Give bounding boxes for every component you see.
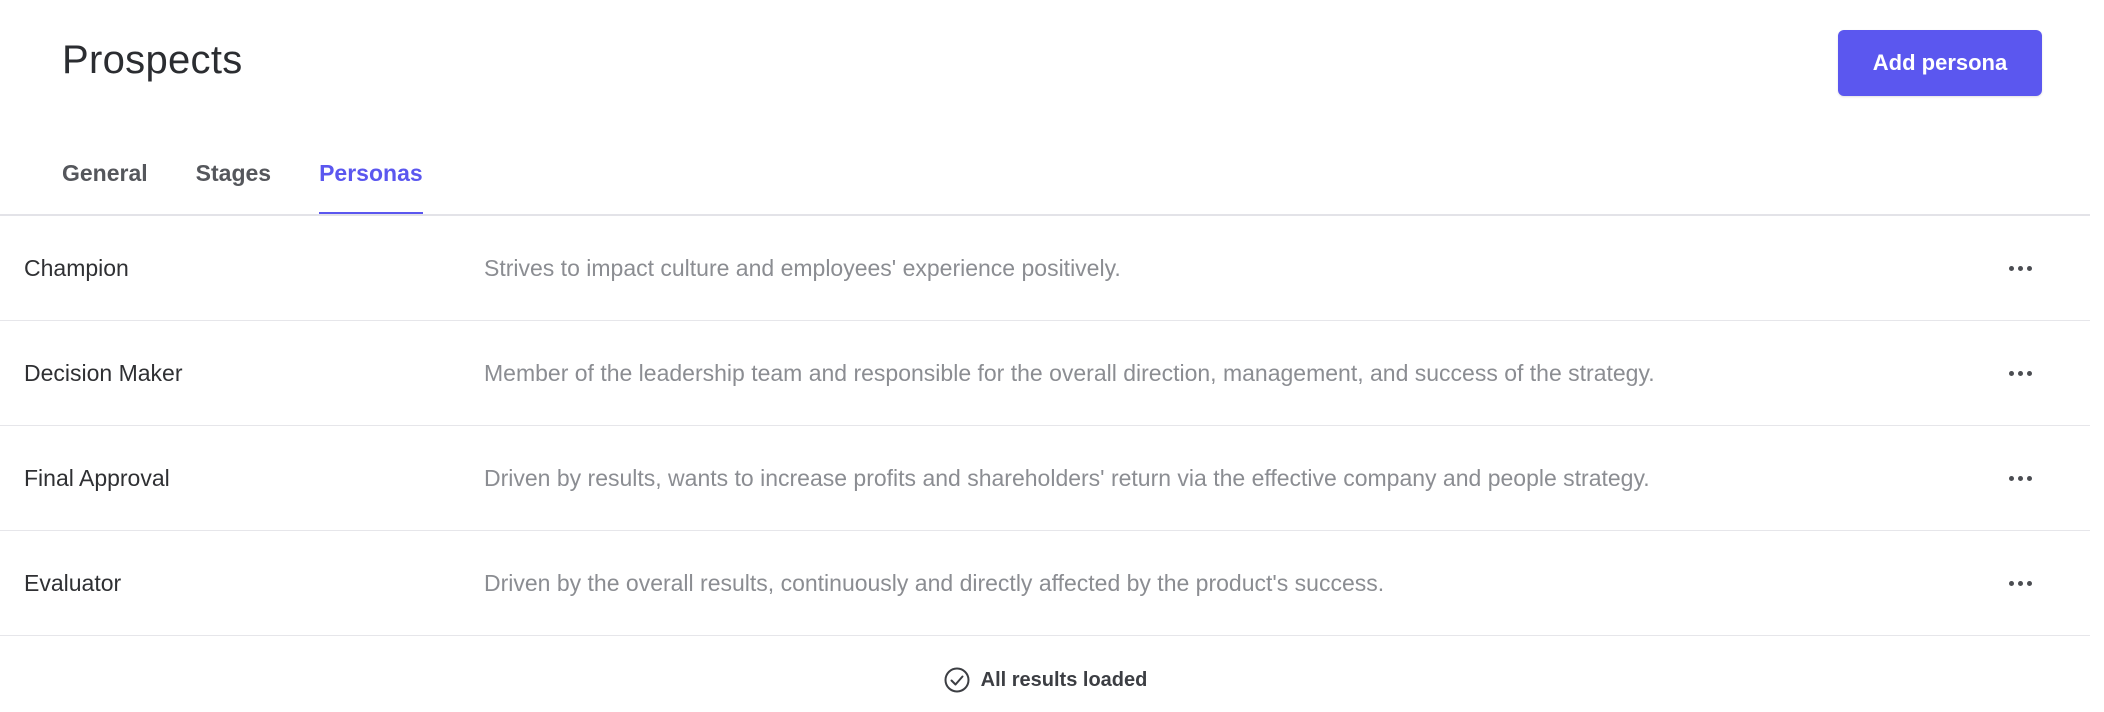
persona-name: Decision Maker xyxy=(24,360,183,386)
tab-stages[interactable]: Stages xyxy=(196,152,271,214)
status-text: All results loaded xyxy=(980,668,1148,691)
dot xyxy=(2008,475,2014,481)
dot xyxy=(2026,475,2032,481)
list-item[interactable]: Decision Maker Member of the leadership … xyxy=(0,321,2090,426)
dot xyxy=(2008,580,2014,586)
list-item[interactable]: Final Approval Driven by results, wants … xyxy=(0,426,2090,531)
results-status: All results loaded xyxy=(0,660,2090,700)
persona-name: Champion xyxy=(24,255,129,281)
dot xyxy=(2017,265,2023,271)
list-item[interactable]: Champion Strives to impact culture and e… xyxy=(0,216,2090,321)
page-title: Prospects xyxy=(62,38,243,82)
dot xyxy=(2017,370,2023,376)
persona-description: Strives to impact culture and employees'… xyxy=(484,255,1121,281)
dot xyxy=(2026,370,2032,376)
tab-personas[interactable]: Personas xyxy=(319,152,423,215)
dot xyxy=(2008,370,2014,376)
check-circle-icon xyxy=(943,666,971,694)
persona-description: Driven by results, wants to increase pro… xyxy=(484,465,1650,491)
persona-description: Member of the leadership team and respon… xyxy=(484,360,1655,386)
list-item[interactable]: Evaluator Driven by the overall results,… xyxy=(0,531,2090,636)
page: Prospects Add persona General Stages Per… xyxy=(0,0,2104,712)
more-options-icon[interactable] xyxy=(2000,464,2040,492)
dot xyxy=(2008,265,2014,271)
persona-name: Evaluator xyxy=(24,570,122,596)
tab-bar: General Stages Personas xyxy=(62,152,471,215)
personas-list: Champion Strives to impact culture and e… xyxy=(0,216,2090,636)
add-persona-button[interactable]: Add persona xyxy=(1838,30,2042,96)
page-header: Prospects Add persona xyxy=(0,0,2104,130)
persona-name: Final Approval xyxy=(24,465,170,491)
more-options-icon[interactable] xyxy=(2000,359,2040,387)
more-options-icon[interactable] xyxy=(2000,569,2040,597)
more-options-icon[interactable] xyxy=(2000,254,2040,282)
dot xyxy=(2026,580,2032,586)
dot xyxy=(2017,580,2023,586)
dot xyxy=(2017,475,2023,481)
dot xyxy=(2026,265,2032,271)
tab-general[interactable]: General xyxy=(62,152,148,214)
persona-description: Driven by the overall results, continuou… xyxy=(484,570,1385,596)
